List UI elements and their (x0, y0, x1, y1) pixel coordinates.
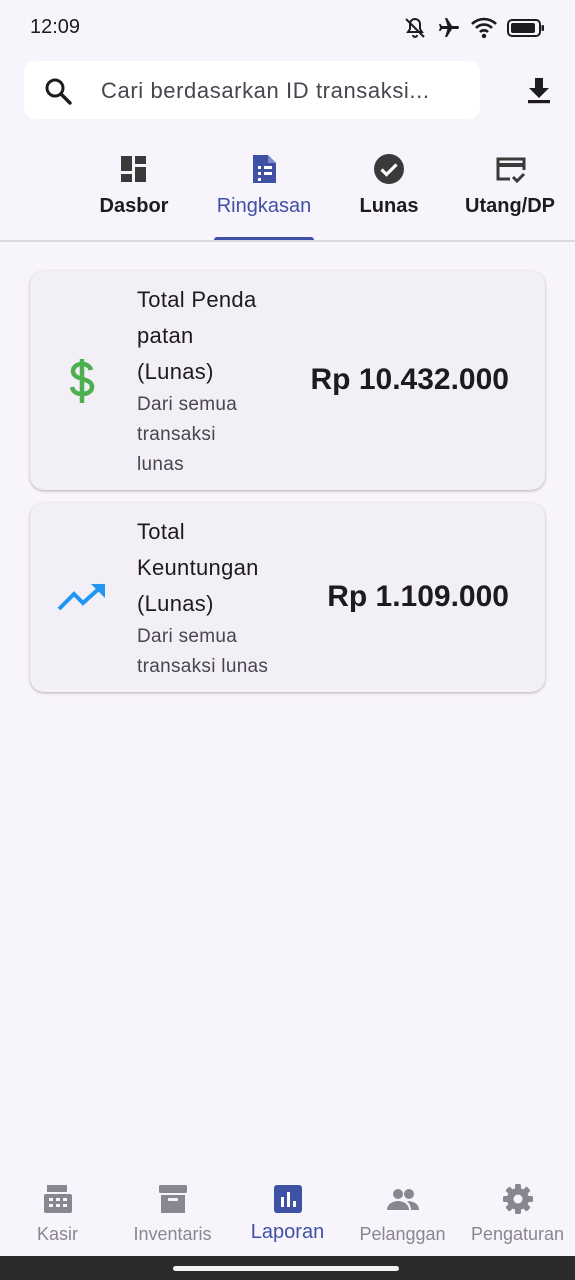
dollar-icon (60, 357, 104, 410)
search-placeholder: Cari berdasarkan ID transaksi... (101, 78, 430, 103)
cash-register-icon (41, 1182, 75, 1216)
tab-lunas[interactable]: Lunas (344, 146, 434, 240)
system-gesture-bar (0, 1256, 575, 1280)
mute-icon (403, 16, 427, 40)
summary-icon (247, 152, 281, 186)
card-subtitle: Dari semua transaksi lunas (137, 394, 238, 475)
trending-up-icon (57, 581, 109, 618)
tab-label: Lunas (359, 195, 419, 217)
tab-bar: Dasbor Ringkasan Lunas Utang/DP (0, 146, 575, 242)
card-value: Rp 1.109.000 (327, 580, 509, 613)
tab-label: Utang/DP (465, 195, 555, 217)
airplane-icon (437, 16, 461, 40)
search-icon (44, 77, 72, 105)
nav-label: Kasir (36, 1224, 78, 1244)
tab-label: Dasbor (99, 195, 169, 217)
nav-label: Pelanggan (359, 1224, 446, 1244)
dashboard-icon (117, 152, 151, 186)
gesture-handle[interactable] (173, 1266, 399, 1271)
card-value: Rp 10.432.000 (310, 363, 509, 396)
nav-label: Pengaturan (470, 1224, 565, 1244)
download-icon (521, 78, 557, 112)
people-icon (386, 1182, 420, 1216)
status-icons (403, 15, 545, 41)
download-button[interactable] (521, 72, 557, 108)
revenue-card: Total Penda patan (Lunas) Dari semua tra… (30, 271, 545, 490)
card-title: Total Keuntungan (Lunas) (137, 519, 259, 616)
nav-item-laporan[interactable]: Laporan (230, 1168, 345, 1256)
card-subtitle: Dari semua transaksi lunas (137, 626, 269, 677)
nav-label: Inventaris (133, 1224, 212, 1244)
nav-item-kasir[interactable]: Kasir (0, 1168, 115, 1256)
nav-item-pengaturan[interactable]: Pengaturan (460, 1168, 575, 1256)
battery-icon (507, 18, 545, 38)
bottom-nav: Kasir Inventaris Laporan Pelanggan Penga… (0, 1168, 575, 1256)
tab-divider (0, 240, 575, 242)
bar-chart-icon (271, 1182, 305, 1216)
tab-dasbor[interactable]: Dasbor (86, 146, 182, 240)
nav-item-inventaris[interactable]: Inventaris (115, 1168, 230, 1256)
search-input[interactable]: Cari berdasarkan ID transaksi... (24, 61, 480, 119)
status-time: 12:09 (30, 16, 81, 38)
profit-card: Total Keuntungan (Lunas) Dari semua tran… (30, 503, 545, 692)
tab-ringkasan[interactable]: Ringkasan (210, 146, 318, 240)
tab-label: Ringkasan (216, 195, 312, 217)
wifi-icon (471, 17, 497, 39)
gear-icon (501, 1182, 535, 1216)
nav-label: Laporan (250, 1221, 325, 1243)
archive-icon (156, 1182, 190, 1216)
check-circle-icon (372, 152, 406, 186)
status-bar: 12:09 (0, 0, 575, 56)
credit-card-check-icon (493, 152, 527, 186)
card-title: Total Penda patan (Lunas) (137, 287, 257, 384)
nav-item-pelanggan[interactable]: Pelanggan (345, 1168, 460, 1256)
tab-utang-dp[interactable]: Utang/DP (458, 146, 562, 240)
